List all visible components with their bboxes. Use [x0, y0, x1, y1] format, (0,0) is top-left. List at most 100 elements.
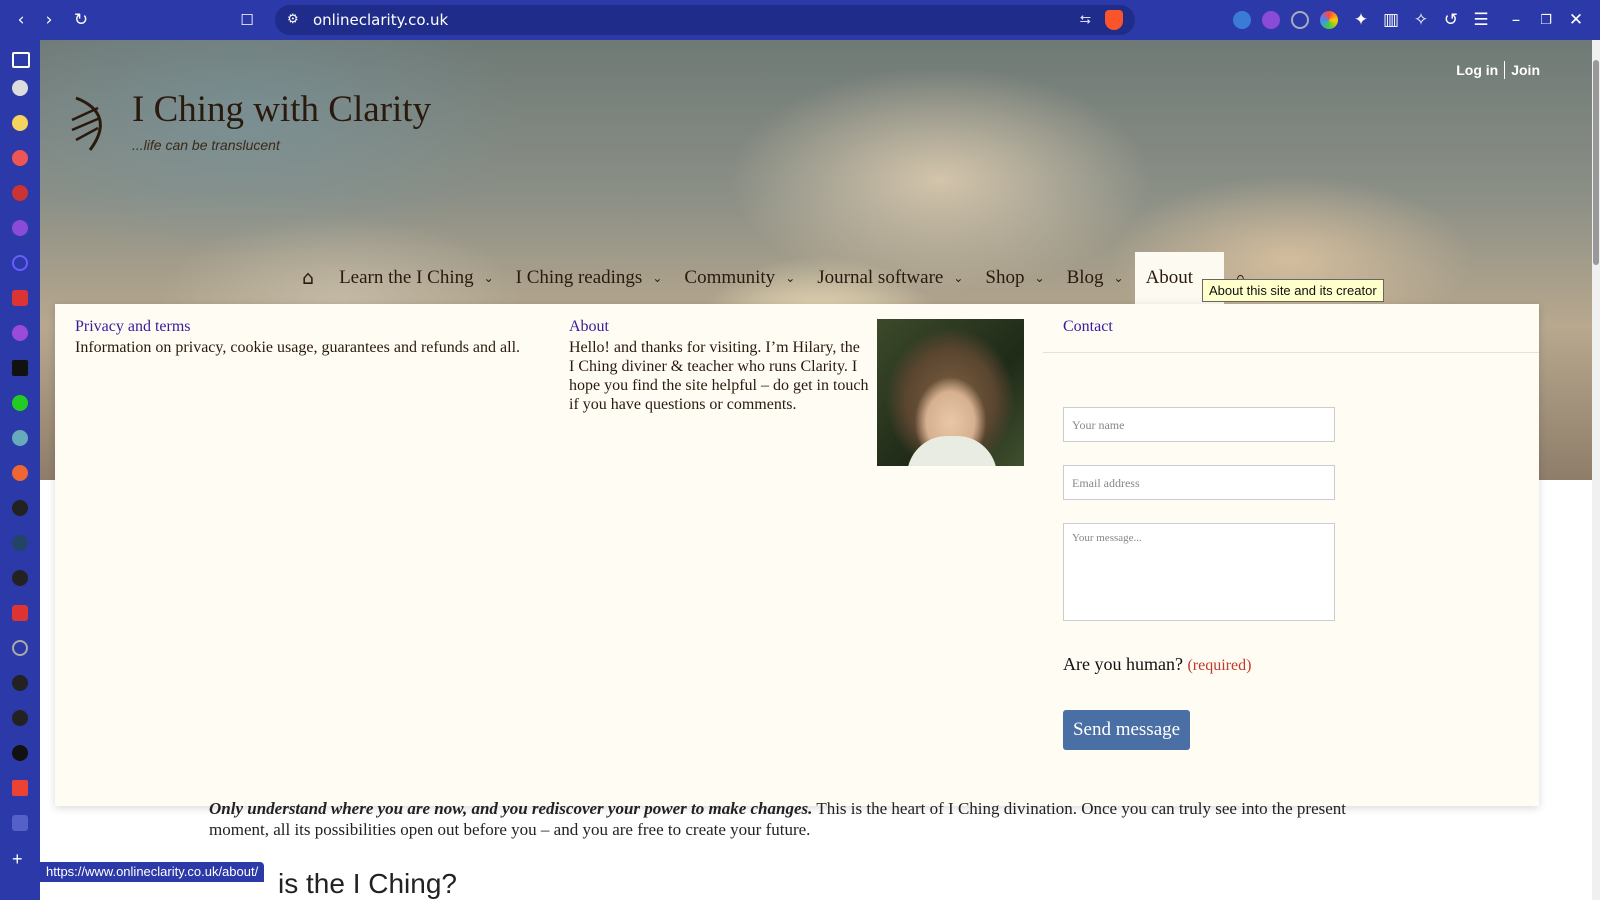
color-icon[interactable]: [1320, 11, 1338, 29]
nav-label: Journal software: [817, 267, 944, 288]
chevron-down-icon: ⌄: [1113, 271, 1124, 285]
intro-emphasis: Only understand where you are now, and y…: [209, 799, 813, 818]
send-message-button[interactable]: Send message: [1063, 710, 1190, 750]
web-page: I Ching with Clarity ...life can be tran…: [40, 40, 1600, 900]
nav-label: Community: [684, 267, 776, 288]
sidebar-app-icon[interactable]: [12, 115, 28, 131]
tooltip: About this site and its creator: [1202, 279, 1384, 302]
sidebar-app-icon[interactable]: [12, 815, 28, 831]
nav-community[interactable]: Community ⌄: [673, 252, 806, 304]
sidebar-app-icon[interactable]: [12, 430, 28, 446]
sidebar-app-icon[interactable]: [12, 395, 28, 411]
back-icon[interactable]: ‹: [10, 9, 32, 31]
sidebar-app-icon[interactable]: [12, 290, 28, 306]
sidebar-app-icon[interactable]: [12, 535, 28, 551]
sidebar-app-icon[interactable]: [12, 325, 28, 341]
sidebar-app-icon[interactable]: [12, 80, 28, 96]
main-nav: ⌂ Learn the I Ching ⌄ I Ching readings ⌄ C…: [296, 252, 1277, 304]
threads-icon[interactable]: [12, 745, 28, 761]
scrollbar-thumb[interactable]: [1593, 60, 1599, 265]
nav-blog[interactable]: Blog ⌄: [1056, 252, 1135, 304]
site-tagline: ...life can be translucent: [132, 137, 280, 153]
extension-icon[interactable]: [1233, 11, 1251, 29]
forward-icon[interactable]: ›: [38, 9, 60, 31]
chevron-down-icon: ⌄: [652, 271, 663, 285]
sidebar-app-icon[interactable]: [12, 150, 28, 166]
section-heading: is the I Ching?: [278, 868, 457, 899]
minimize-icon[interactable]: –: [1505, 9, 1527, 31]
close-icon[interactable]: ✕: [1565, 9, 1587, 31]
nav-journal[interactable]: Journal software ⌄: [806, 252, 974, 304]
add-icon[interactable]: +: [12, 850, 28, 868]
message-field[interactable]: Your message...: [1063, 523, 1335, 621]
captcha-label: Are you human? (required): [1063, 654, 1251, 675]
intro-paragraph: Only understand where you are now, and y…: [209, 798, 1349, 840]
dev-icon[interactable]: [12, 360, 28, 376]
required-marker: (required): [1187, 657, 1252, 674]
contact-column: Contact Your name Email address Your mes…: [1043, 318, 1539, 750]
github-icon[interactable]: [12, 570, 28, 586]
about-mega-menu: Privacy and terms Information on privacy…: [55, 304, 1539, 806]
gmail-icon[interactable]: [12, 780, 28, 796]
url-text[interactable]: onlineclarity.co.uk: [313, 11, 448, 29]
sidebar-toggle-icon[interactable]: ▥: [1380, 9, 1402, 31]
sidebar-app-icon[interactable]: [12, 605, 28, 621]
github-icon[interactable]: [12, 675, 28, 691]
menu-icon[interactable]: ☰: [1470, 9, 1492, 31]
privacy-link[interactable]: Privacy and terms: [75, 318, 191, 335]
site-info-icon[interactable]: ⚙: [287, 11, 299, 27]
leo-ai-icon[interactable]: ✧: [1410, 9, 1432, 31]
privacy-description: Information on privacy, cookie usage, gu…: [75, 339, 521, 356]
sidebar-app-icon[interactable]: [12, 255, 28, 271]
wallet-icon[interactable]: ↺: [1440, 9, 1462, 31]
human-question: Are you human?: [1063, 654, 1183, 674]
sidebar-app-icon[interactable]: [12, 640, 28, 656]
nav-learn[interactable]: Learn the I Ching ⌄: [328, 252, 505, 304]
privacy-column: Privacy and terms Information on privacy…: [75, 318, 535, 358]
sidebar-app-icon[interactable]: [12, 465, 28, 481]
nav-label: I Ching readings: [515, 267, 643, 288]
login-link[interactable]: Log in: [1456, 62, 1498, 78]
sidebar-panel-icon[interactable]: [12, 52, 30, 68]
address-bar[interactable]: ⚙ onlineclarity.co.uk ⮀: [275, 5, 1135, 35]
contact-link[interactable]: Contact: [1043, 318, 1539, 336]
nav-readings[interactable]: I Ching readings ⌄: [505, 252, 674, 304]
about-link[interactable]: About: [569, 318, 609, 335]
status-url: https://www.onlineclarity.co.uk/about/: [40, 862, 265, 882]
browser-toolbar: ‹ › ↻ ☐ ⚙ onlineclarity.co.uk ⮀ ✦ ▥ ✧ ↺ …: [0, 0, 1600, 40]
nav-label: Shop: [985, 267, 1025, 288]
extensions-puzzle-icon[interactable]: ✦: [1350, 9, 1372, 31]
share-icon[interactable]: ⮀: [1080, 11, 1091, 28]
home-icon[interactable]: ⌂: [296, 252, 328, 304]
compass-icon[interactable]: [1291, 11, 1309, 29]
account-links: Log in Join: [1456, 61, 1540, 79]
sidebar-app-icon[interactable]: [12, 185, 28, 201]
nav-label: Blog: [1066, 267, 1104, 288]
restore-icon[interactable]: ❐: [1535, 9, 1557, 31]
about-description: Hello! and thanks for visiting. I’m Hila…: [569, 339, 869, 413]
chevron-down-icon: ⌄: [785, 271, 796, 285]
nav-label: Learn the I Ching: [339, 267, 474, 288]
divider: [1043, 352, 1539, 353]
github-icon[interactable]: [12, 500, 28, 516]
name-field[interactable]: Your name: [1063, 407, 1335, 442]
email-field[interactable]: Email address: [1063, 465, 1335, 500]
divider: [1504, 61, 1506, 79]
sidebar-app-icon[interactable]: [12, 220, 28, 236]
github-icon[interactable]: [12, 710, 28, 726]
brave-shields-icon[interactable]: [1105, 10, 1123, 30]
nav-label: About: [1145, 267, 1194, 288]
bookmark-icon[interactable]: ☐: [236, 9, 258, 31]
extension-icon[interactable]: [1262, 11, 1280, 29]
chevron-down-icon: ⌄: [1034, 271, 1045, 285]
join-link[interactable]: Join: [1511, 62, 1540, 78]
reload-icon[interactable]: ↻: [70, 9, 92, 31]
chevron-down-icon: ⌄: [953, 271, 964, 285]
site-title[interactable]: I Ching with Clarity: [132, 88, 431, 131]
about-column: About Hello! and thanks for visiting. I’…: [569, 318, 869, 414]
nav-shop[interactable]: Shop ⌄: [974, 252, 1055, 304]
browser-sidebar: +: [0, 40, 40, 900]
chevron-down-icon: ⌄: [483, 271, 494, 285]
scrollbar[interactable]: [1592, 40, 1600, 900]
author-photo: [877, 319, 1024, 466]
